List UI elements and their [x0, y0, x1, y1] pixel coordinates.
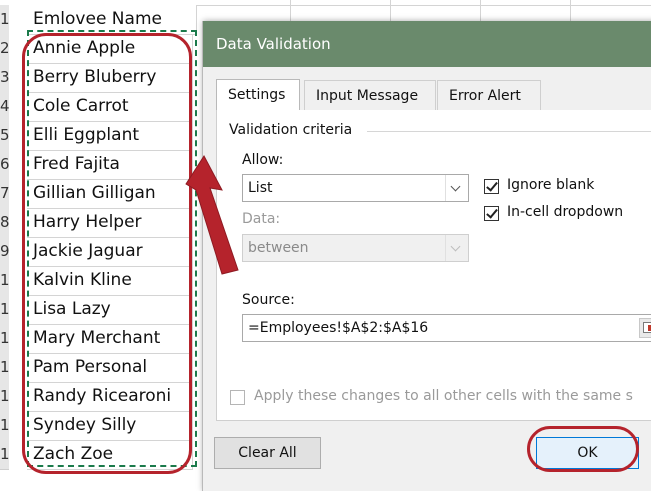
- dialog-title-bar[interactable]: Data Validation: [203, 21, 651, 67]
- tab-error-alert[interactable]: Error Alert: [437, 80, 541, 110]
- row-number: 15: [0, 411, 9, 441]
- row-number: 7: [0, 179, 9, 209]
- name-cell[interactable]: Jackie Jaguar: [27, 237, 193, 267]
- name-cell[interactable]: Lisa Lazy: [27, 295, 193, 325]
- tab-strip: Settings Input Message Error Alert: [216, 79, 651, 111]
- tab-settings[interactable]: Settings: [216, 79, 300, 111]
- row-number: 16: [0, 440, 9, 470]
- row-number: 2: [0, 34, 9, 64]
- tab-input-message[interactable]: Input Message: [304, 80, 436, 110]
- name-cell[interactable]: Randy Ricearoni: [27, 382, 193, 412]
- name-cell[interactable]: Pam Personal: [27, 353, 193, 383]
- chevron-down-icon[interactable]: [445, 175, 468, 201]
- chevron-down-icon: [445, 235, 468, 261]
- row-number: 3: [0, 63, 9, 93]
- in-cell-dropdown-label[interactable]: In-cell dropdown: [507, 204, 623, 220]
- name-cell[interactable]: Elli Eggplant: [27, 121, 193, 151]
- range-picker-icon[interactable]: [639, 318, 651, 338]
- name-cell[interactable]: Zach Zoe: [27, 440, 193, 470]
- ignore-blank-label[interactable]: Ignore blank: [507, 177, 594, 193]
- source-input[interactable]: =Employees!$A$2:$A$16: [242, 314, 651, 342]
- red-arrow-icon: [185, 155, 239, 275]
- apply-to-all-checkbox: [230, 390, 245, 405]
- source-input-value: =Employees!$A$2:$A$16: [248, 320, 429, 336]
- row-number: 9: [0, 237, 9, 267]
- row-number: 11: [0, 295, 9, 325]
- allow-select-value: List: [248, 180, 273, 196]
- grid-line: [197, 5, 651, 6]
- row-number: 12: [0, 324, 9, 354]
- name-cell[interactable]: Kalvin Kline: [27, 266, 193, 296]
- row-number: 1: [0, 5, 9, 35]
- row-number: 14: [0, 382, 9, 412]
- column-header-cell[interactable]: Emlovee Name: [27, 5, 197, 35]
- name-cell[interactable]: Fred Fajita: [27, 150, 193, 180]
- row-number: 5: [0, 121, 9, 151]
- row-number: 13: [0, 353, 9, 383]
- settings-panel: Validation criteria Allow: List Ignore b…: [216, 110, 651, 421]
- clear-all-button[interactable]: Clear All: [214, 437, 321, 469]
- name-cell[interactable]: Cole Carrot: [27, 92, 193, 122]
- validation-criteria-label: Validation criteria: [229, 122, 361, 138]
- row-number: 8: [0, 208, 9, 238]
- name-cell[interactable]: Gillian Gilligan: [27, 179, 193, 209]
- data-select: between: [242, 234, 469, 262]
- apply-to-all-label: Apply these changes to all other cells w…: [254, 388, 633, 404]
- name-cell[interactable]: Berry Bluberry: [27, 63, 193, 93]
- name-cell[interactable]: Harry Helper: [27, 208, 193, 238]
- name-cell[interactable]: Mary Merchant: [27, 324, 193, 354]
- row-number: 6: [0, 150, 9, 180]
- in-cell-dropdown-checkbox[interactable]: [484, 206, 499, 221]
- ok-button[interactable]: OK: [536, 437, 639, 469]
- name-cell[interactable]: Syndey Silly: [27, 411, 193, 441]
- name-cell[interactable]: Annie Apple: [27, 34, 193, 64]
- row-number: 10: [0, 266, 9, 296]
- data-validation-dialog: Data Validation Settings Input Message E…: [203, 21, 651, 491]
- group-divider: [367, 131, 651, 132]
- data-select-value: between: [248, 240, 309, 256]
- allow-select[interactable]: List: [242, 174, 469, 202]
- row-number: 4: [0, 92, 9, 122]
- dialog-title: Data Validation: [216, 35, 331, 53]
- ignore-blank-checkbox[interactable]: [484, 179, 499, 194]
- source-label: Source:: [242, 292, 295, 308]
